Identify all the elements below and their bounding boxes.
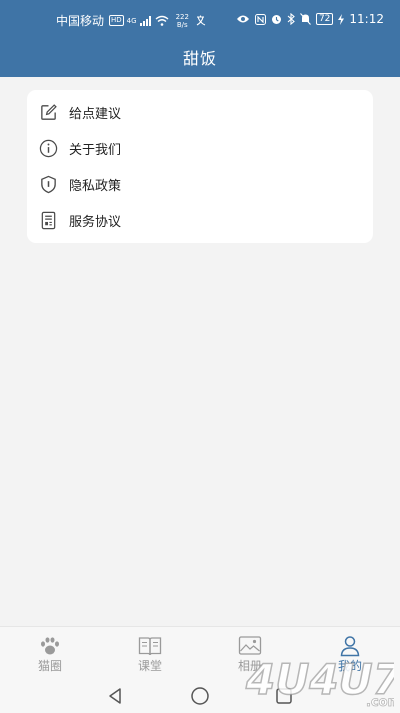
menu-item-label: 服务协议: [69, 214, 122, 230]
network-type: 4G: [126, 16, 137, 25]
title-bar: 甜饭: [0, 36, 400, 77]
wifi-icon: [155, 15, 169, 26]
edit-icon: [41, 104, 57, 120]
menu-item-feedback[interactable]: 给点建议: [27, 94, 373, 130]
app-header: 中国移动 HD 4G 222 B/s 72 11:12 甜饭: [0, 0, 400, 77]
mute-icon: [300, 13, 311, 25]
network-speed: 222 B/s: [176, 13, 189, 29]
speed-value: 222: [175, 12, 189, 21]
bluetooth-icon: [287, 13, 295, 25]
translate-icon: [196, 15, 206, 26]
menu-item-privacy[interactable]: 隐私政策: [27, 166, 373, 202]
book-icon: [138, 637, 162, 656]
tab-cat-circle[interactable]: 猫圈: [0, 627, 100, 679]
status-left: 中国移动 HD 4G 222 B/s: [56, 12, 210, 29]
back-icon[interactable]: [104, 684, 128, 708]
status-right: 72 11:12: [236, 12, 384, 26]
menu-item-label: 关于我们: [69, 142, 122, 158]
hd-badge: HD: [109, 15, 124, 26]
menu-item-label: 给点建议: [69, 106, 122, 122]
clock-time: 11:12: [349, 12, 384, 26]
watermark-logo: 4U4U7 .com: [244, 654, 394, 710]
charging-icon: [338, 13, 345, 25]
tab-label: 猫圈: [37, 659, 62, 673]
settings-menu: 给点建议 关于我们 隐私政策 服务协议: [27, 90, 373, 243]
menu-item-terms[interactable]: 服务协议: [27, 202, 373, 238]
battery-level: 72: [315, 13, 334, 25]
alarm-icon: [271, 14, 281, 24]
svg-text:.com: .com: [366, 695, 394, 710]
info-icon: [39, 139, 58, 158]
eye-icon: [236, 15, 249, 23]
home-icon[interactable]: [188, 684, 212, 708]
tab-label: 课堂: [137, 659, 162, 673]
signal-icon: [139, 15, 151, 26]
document-icon: [41, 211, 56, 230]
carrier-name: 中国移动: [56, 14, 105, 28]
menu-item-label: 隐私政策: [69, 178, 122, 194]
paw-icon: [41, 637, 59, 655]
speed-unit: B/s: [176, 20, 188, 29]
shield-icon: [41, 175, 56, 194]
tab-classroom[interactable]: 课堂: [100, 627, 200, 679]
nfc-icon: [254, 13, 266, 25]
page-title: 甜饭: [182, 48, 217, 68]
menu-item-about[interactable]: 关于我们: [27, 130, 373, 166]
status-bar: 中国移动 HD 4G 222 B/s 72 11:12: [0, 0, 400, 36]
